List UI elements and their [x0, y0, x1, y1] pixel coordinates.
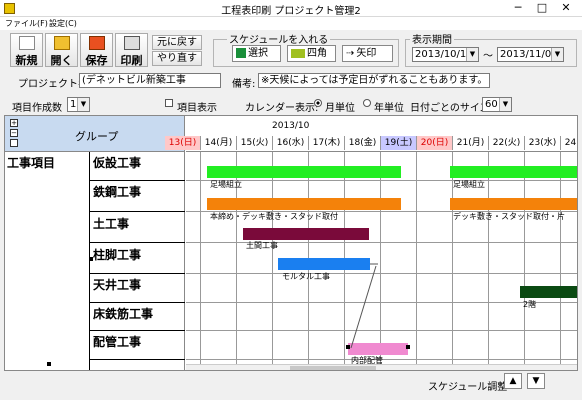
row-divider	[89, 180, 185, 181]
period-tilde: ～	[483, 51, 493, 62]
column-divider	[89, 152, 90, 370]
period-to-select[interactable]: 2013/11/03 ▼	[497, 47, 564, 62]
item-count-select[interactable]: 1 ▼	[67, 97, 90, 112]
chevron-down-icon[interactable]: ▼	[499, 98, 511, 111]
group-row[interactable]: 柱脚工事	[93, 246, 141, 263]
item-header: 工事項目	[7, 156, 56, 170]
day-header-cell: 19(土)	[381, 136, 417, 150]
rect-tool-button[interactable]: 四角	[287, 45, 336, 62]
group-row[interactable]: 土工事	[93, 215, 129, 232]
row-divider	[89, 242, 185, 243]
select-tool-button[interactable]: 選択	[232, 45, 281, 62]
project-name-input[interactable]: (デネットビル新築工事	[79, 73, 221, 88]
monthly-radio[interactable]	[314, 99, 322, 107]
monthly-label: 月単位	[325, 103, 355, 114]
left-pane: 工事項目 仮設工事 鉄鋼工事 土工事 柱脚工事 天井工事 床鉄筋工事 配管工事	[5, 152, 185, 370]
rectangle-icon	[291, 48, 305, 58]
remarks-label: 備考:	[232, 79, 256, 90]
row-divider	[89, 211, 185, 212]
group-header-label: グループ	[75, 130, 119, 143]
chevron-down-icon[interactable]: ▼	[77, 98, 89, 111]
menu-settings[interactable]: 設定(C)	[49, 18, 77, 29]
minimize-button[interactable]: ─	[507, 1, 529, 15]
horizontal-scrollbar[interactable]	[186, 364, 577, 370]
day-header-cell: 17(木)	[309, 136, 345, 150]
undo-button[interactable]: 元に戻す	[152, 35, 202, 50]
row-divider	[89, 330, 185, 331]
row-divider	[89, 359, 185, 360]
group-row[interactable]: 天井工事	[93, 276, 141, 293]
month-label: 2013/10	[272, 121, 310, 131]
new-button[interactable]: 新規	[10, 33, 43, 67]
calendar-body[interactable]: 足場組立 足場組立 本締め・デッキ敷き・スタッド取付 デッキ敷き・スタッド取付・…	[186, 152, 578, 365]
group-row[interactable]: 床鉄筋工事	[93, 305, 153, 322]
close-button[interactable]: ✕	[555, 1, 577, 15]
move-down-button[interactable]: ▼	[527, 373, 545, 389]
chevron-down-icon[interactable]: ▼	[466, 48, 478, 61]
folder-icon	[53, 36, 70, 50]
day-size-label: 日付ごとのサイズ	[410, 103, 490, 114]
print-button[interactable]: 印刷	[115, 33, 148, 67]
item-display-label: 項目表示	[177, 103, 217, 114]
item-display-checkbox[interactable]	[165, 99, 173, 107]
scroll-thumb[interactable]	[290, 366, 376, 370]
schedule-group-title: スケジュールを入れる	[227, 31, 331, 46]
day-header-cell: 18(金)	[345, 136, 381, 150]
group-row[interactable]: 配管工事	[93, 333, 141, 350]
yearly-label: 年単位	[374, 103, 404, 114]
row-divider	[89, 302, 185, 303]
redo-button[interactable]: やり直す	[152, 51, 202, 66]
save-icon	[88, 36, 105, 50]
resize-handle[interactable]	[47, 362, 51, 366]
row-divider	[89, 273, 185, 274]
arrow-icon: ⇢	[346, 48, 355, 59]
day-header-cell: 24(木)	[561, 136, 577, 150]
select-icon	[236, 48, 246, 58]
remarks-input[interactable]: ※天候によっては予定日がずれることもあります。	[258, 73, 490, 88]
chevron-down-icon[interactable]: ▼	[551, 48, 563, 61]
day-row: 13(日) 14(月) 15(火) 16(水) 17(木) 18(金) 19(土) 20(日)…	[165, 136, 577, 152]
day-header-cell: 14(月)	[201, 136, 237, 150]
period-from-select[interactable]: 2013/10/13 ▼	[412, 47, 479, 62]
day-header-cell: 13(日)	[165, 136, 201, 150]
calendar-label: カレンダー表示:	[245, 103, 319, 114]
printer-icon	[123, 36, 140, 50]
open-button[interactable]: 開く	[45, 33, 78, 67]
arrow-tool-button[interactable]: ⇢ 矢印	[342, 45, 393, 62]
schedule-adjust-label: スケジュール調整	[428, 382, 508, 393]
maximize-button[interactable]: □	[531, 1, 553, 15]
day-header-cell: 22(火)	[489, 136, 525, 150]
day-header-cell: 15(火)	[237, 136, 273, 150]
collapse-icon[interactable]: −	[10, 129, 18, 137]
day-header-cell: 21(月)	[453, 136, 489, 150]
menu-file[interactable]: ファイル(F)	[5, 18, 48, 29]
arrow-connector[interactable]	[186, 152, 578, 364]
item-count-label: 項目作成数	[12, 103, 62, 114]
move-up-button[interactable]: ▲	[504, 373, 522, 389]
day-size-select[interactable]: 60 ▼	[482, 97, 512, 112]
resize-handle[interactable]	[89, 257, 93, 261]
window-title: 工程表印刷 プロジェクト管理2	[221, 6, 361, 17]
settings-icon[interactable]	[10, 139, 18, 147]
new-file-icon	[18, 36, 35, 50]
group-row[interactable]: 仮設工事	[93, 154, 141, 171]
menu-bar	[0, 17, 582, 30]
schedule-grid[interactable]: + − グループ 工事項目 仮設工事 鉄鋼工事 土工事 柱脚工事 天井工事 床鉄…	[4, 115, 578, 371]
day-header-cell: 16(水)	[273, 136, 309, 150]
group-row[interactable]: 鉄鋼工事	[93, 183, 141, 200]
save-button[interactable]: 保存	[80, 33, 113, 67]
expand-icon[interactable]: +	[10, 119, 18, 127]
group-header: + − グループ	[5, 116, 185, 152]
day-header-cell: 20(日)	[417, 136, 453, 150]
day-header-cell: 23(水)	[525, 136, 561, 150]
yearly-radio[interactable]	[363, 99, 371, 107]
period-group-title: 表示期間	[410, 31, 454, 46]
